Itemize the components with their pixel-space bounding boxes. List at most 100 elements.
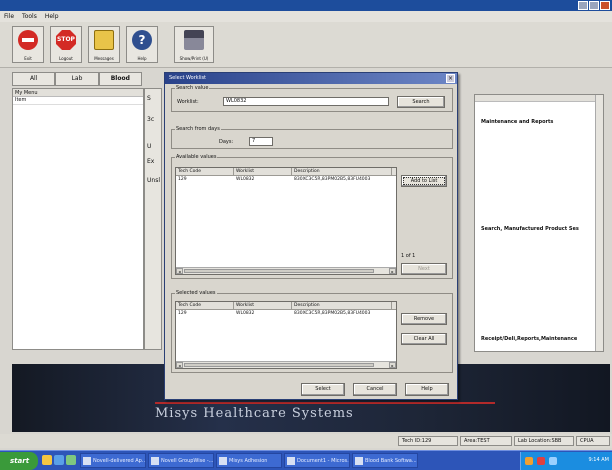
table-row[interactable]: 129 WL0832 830XC3C5R,83PM02B5,83FU4003 [176, 310, 396, 317]
cell-tech-code: 129 [178, 311, 187, 316]
taskbar: start Novell-delivered Ap... Novell Grou… [0, 450, 612, 470]
minimize-button[interactable] [578, 1, 588, 10]
status-extra: CPUA [576, 436, 610, 446]
scroll-left-icon[interactable]: ◂ [176, 362, 183, 368]
help-icon: ? [132, 30, 152, 50]
mid-label: 3c [147, 116, 155, 123]
cell-worklist: WL0832 [236, 311, 255, 316]
next-button[interactable]: Next [401, 263, 447, 275]
select-button[interactable]: Select [301, 383, 345, 396]
cell-description: 830XC3C5R,83PM02B5,83FU4003 [294, 177, 371, 182]
logout-label: Logout [59, 56, 73, 61]
dialog-title: Select Worklist [165, 73, 457, 84]
exit-icon [18, 30, 38, 50]
logout-button[interactable]: STOP Logout [50, 26, 82, 63]
maximize-button[interactable] [589, 1, 599, 10]
scroll-right-icon[interactable]: ▸ [389, 268, 396, 274]
column-worklist[interactable]: Worklist [234, 302, 292, 309]
banner-text: Misys Healthcare Systems [155, 406, 354, 421]
close-button[interactable] [600, 1, 610, 10]
menu-bar: File Tools Help [0, 11, 612, 22]
days-input[interactable]: 7 [249, 137, 273, 146]
tray-icon[interactable] [537, 457, 545, 465]
table-header: Tech Code Worklist Description [176, 168, 396, 176]
show-print-label: Show/Print (U) [179, 56, 209, 61]
right-pane-scrollbar[interactable] [595, 95, 603, 351]
menu-tools[interactable]: Tools [22, 11, 37, 22]
worklist-input[interactable]: WL0832 [223, 97, 389, 106]
search-button[interactable]: Search [397, 96, 445, 108]
scroll-right-icon[interactable]: ▸ [389, 362, 396, 368]
tab-all[interactable]: All [12, 72, 56, 86]
tray-icon[interactable] [525, 457, 533, 465]
cell-tech-code: 129 [178, 177, 187, 182]
printer-icon [184, 30, 204, 50]
days-label: Days: [219, 139, 234, 145]
add-to-list-button[interactable]: Add to List [401, 175, 447, 187]
taskbar-item[interactable]: Misys Adhesion [216, 453, 282, 468]
messages-label: Messages [94, 56, 114, 61]
page-indicator: 1 of 1 [401, 253, 416, 259]
column-tech-code[interactable]: Tech Code [176, 302, 234, 309]
menu-help[interactable]: Help [45, 11, 59, 22]
quicklaunch-icon[interactable] [66, 455, 76, 465]
taskbar-item[interactable]: Blood Bank Softwa... [352, 453, 418, 468]
worklist-label: Worklist: [177, 99, 199, 105]
column-description[interactable]: Description [292, 168, 392, 175]
dialog-close-icon[interactable]: × [446, 74, 455, 83]
column-tech-code[interactable]: Tech Code [176, 168, 234, 175]
scroll-left-icon[interactable]: ◂ [176, 268, 183, 274]
taskbar-item[interactable]: Document1 - Micros... [284, 453, 350, 468]
show-print-button[interactable]: Show/Print (U) [174, 26, 214, 63]
column-description[interactable]: Description [292, 302, 392, 309]
select-worklist-dialog: Select Worklist × Search value Worklist:… [164, 72, 458, 400]
available-values-title: Available values [175, 154, 218, 160]
exit-button[interactable]: Exit [12, 26, 44, 63]
table-header: Tech Code Worklist Description [176, 302, 396, 310]
help-label: Help [137, 56, 147, 61]
tab-blood[interactable]: Blood [98, 72, 142, 86]
selected-hscrollbar[interactable]: ◂ ▸ [176, 361, 396, 368]
scroll-thumb[interactable] [184, 269, 374, 273]
mid-label: U [147, 143, 152, 150]
main-toolbar: Exit STOP Logout Messages ? Help Show/Pr… [0, 22, 612, 68]
taskbar-item[interactable]: Novell-delivered Ap... [80, 453, 146, 468]
mid-label: Unsl [147, 177, 160, 184]
table-row[interactable]: 129 WL0832 830XC3C5R,83PM02B5,83FU4003 [176, 176, 396, 183]
tab-lab[interactable]: Lab [55, 72, 99, 86]
cell-description: 830XC3C5R,83PM02B5,83FU4003 [294, 311, 371, 316]
clear-all-button[interactable]: Clear All [401, 333, 447, 345]
function-list-header [475, 95, 603, 102]
selected-values-title: Selected values [175, 290, 217, 296]
function-text[interactable]: Maintenance and Reports [481, 119, 553, 125]
my-menu-column-header[interactable]: Item [13, 97, 143, 105]
function-list-pane: Maintenance and Reports Search, Manufact… [474, 94, 604, 352]
selected-values-table: Tech Code Worklist Description 129 WL083… [175, 301, 397, 369]
scroll-thumb[interactable] [184, 363, 374, 367]
browser-icon[interactable] [54, 455, 64, 465]
remove-button[interactable]: Remove [401, 313, 447, 325]
status-area: Area:TEST [460, 436, 512, 446]
function-pane: S 3c U Ex Unsl [144, 88, 162, 350]
stop-icon: STOP [56, 30, 76, 50]
tray-icon[interactable] [549, 457, 557, 465]
start-button[interactable]: start [0, 452, 38, 470]
my-menu-pane: My Menu Item [12, 88, 144, 350]
app-titlebar [0, 0, 612, 11]
function-text[interactable]: Receipt/Deli,Reports,Maintenance [481, 336, 577, 342]
column-worklist[interactable]: Worklist [234, 168, 292, 175]
folder-icon [94, 30, 114, 50]
banner-divider [155, 402, 495, 404]
taskbar-item[interactable]: Novell GroupWise -... [148, 453, 214, 468]
status-bar: Tech ID:129 Area:TEST Lab Location:SBB C… [0, 434, 612, 448]
my-menu-header: My Menu [13, 89, 143, 97]
quicklaunch-icon[interactable] [42, 455, 52, 465]
menu-file[interactable]: File [4, 11, 14, 22]
help-button[interactable]: Help [405, 383, 449, 396]
status-location: Lab Location:SBB [514, 436, 574, 446]
cancel-button[interactable]: Cancel [353, 383, 397, 396]
help-toolbar-button[interactable]: ? Help [126, 26, 158, 63]
available-hscrollbar[interactable]: ◂ ▸ [176, 267, 396, 274]
messages-button[interactable]: Messages [88, 26, 120, 63]
function-text[interactable]: Search, Manufactured Product Ses [481, 226, 579, 232]
